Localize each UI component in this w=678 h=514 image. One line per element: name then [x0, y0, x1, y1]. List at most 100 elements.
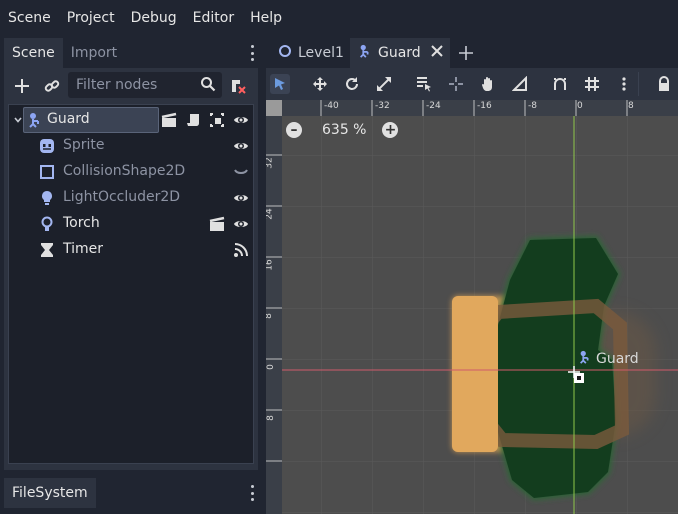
- kinematic-body-icon: [27, 112, 43, 128]
- kinematic-body-icon: [358, 44, 372, 62]
- left-dock: Scene Import Filter nodes Guard Sprite C…: [0, 38, 262, 514]
- move-mode-icon[interactable]: [310, 74, 330, 94]
- visibility-eye-icon[interactable]: [233, 216, 249, 232]
- canvas-node-label[interactable]: Guard: [578, 350, 639, 368]
- grid-snap-icon[interactable]: [582, 74, 602, 94]
- ruler-h-label: 0: [577, 101, 583, 111]
- ruler-h-label: 8: [628, 101, 634, 111]
- visibility-eye-icon[interactable]: [233, 138, 249, 154]
- selection-highlight: [23, 107, 159, 133]
- ruler-v-label: 16: [266, 259, 275, 271]
- tree-label-guard: Guard: [47, 111, 90, 127]
- pivot-icon[interactable]: [446, 74, 466, 94]
- rotate-mode-icon[interactable]: [342, 74, 362, 94]
- scale-mode-icon[interactable]: [374, 74, 394, 94]
- visibility-eye-icon[interactable]: [233, 190, 249, 206]
- close-icon[interactable]: [430, 45, 443, 61]
- select-mode-icon[interactable]: [270, 74, 290, 94]
- timer-hourglass-icon: [39, 242, 55, 258]
- tree-label-collisionshape2d: CollisionShape2D: [63, 163, 186, 179]
- tree-label-lightoccluder2d: LightOccluder2D: [63, 189, 181, 205]
- menu-help[interactable]: Help: [242, 0, 290, 36]
- filesystem-dock: FileSystem: [0, 476, 262, 514]
- lock-icon[interactable]: [654, 74, 674, 94]
- snap-icon[interactable]: [550, 74, 570, 94]
- light2d-icon: [39, 216, 55, 232]
- ruler-h-label: -32: [375, 101, 390, 111]
- search-icon: [200, 76, 216, 96]
- tab-label-guard: Guard: [378, 45, 421, 61]
- menu-editor[interactable]: Editor: [185, 0, 242, 36]
- script-icon[interactable]: [185, 112, 201, 128]
- ruler-h-label: -24: [426, 101, 441, 111]
- filter-nodes-field[interactable]: [68, 72, 222, 98]
- ruler-v-label: 24: [266, 208, 275, 220]
- zoom-level[interactable]: 635 %: [322, 122, 366, 138]
- collision-shape-icon: [39, 164, 55, 180]
- kinematic-body-icon: [578, 350, 592, 368]
- tab-scene[interactable]: Scene: [4, 38, 63, 68]
- ruler-h-label: -8: [528, 101, 537, 111]
- remote-scene-icon[interactable]: [228, 76, 248, 96]
- ruler-v-label: 32: [266, 157, 275, 169]
- scene-toolbar: [4, 68, 258, 102]
- dock-menu-icon[interactable]: [250, 45, 254, 61]
- canvas-drawing: [266, 100, 678, 514]
- group-icon[interactable]: [209, 112, 225, 128]
- add-scene-tab-icon[interactable]: [458, 45, 474, 65]
- horizontal-ruler[interactable]: -40 -32 -24 -16 -8 0 8: [282, 100, 678, 116]
- ruler-v-label: 8: [266, 313, 274, 319]
- scene-tabs: Level1 Guard: [266, 38, 678, 68]
- tree-label-timer: Timer: [63, 241, 104, 257]
- tree-label-sprite: Sprite: [63, 137, 105, 153]
- zoom-controls: – 635 % +: [286, 122, 399, 138]
- menu-bar: Scene Project Debug Editor Help: [0, 0, 678, 36]
- tree-row-collisionshape2d[interactable]: CollisionShape2D: [9, 159, 253, 185]
- ruler-v-label: 8: [266, 415, 276, 421]
- clapper-icon[interactable]: [161, 112, 177, 128]
- node2d-icon: [278, 44, 292, 62]
- tab-level1[interactable]: Level1: [270, 38, 346, 68]
- filter-nodes-input[interactable]: [68, 72, 188, 98]
- add-node-icon[interactable]: [12, 76, 32, 96]
- menu-debug[interactable]: Debug: [123, 0, 185, 36]
- tab-filesystem[interactable]: FileSystem: [4, 478, 96, 508]
- filesystem-menu-icon[interactable]: [250, 485, 254, 501]
- tree-row-guard[interactable]: Guard: [9, 107, 253, 133]
- chevron-down-icon[interactable]: [13, 113, 23, 129]
- ruler-icon[interactable]: [510, 74, 530, 94]
- visibility-hidden-icon[interactable]: [233, 164, 249, 180]
- sprite-icon: [39, 138, 55, 154]
- tab-import[interactable]: Import: [63, 38, 125, 68]
- tree-label-torch: Torch: [63, 215, 100, 231]
- tree-row-torch[interactable]: Torch: [9, 211, 253, 237]
- zoom-out-button[interactable]: –: [286, 122, 302, 138]
- more-options-icon[interactable]: [614, 74, 634, 94]
- link-icon[interactable]: [42, 76, 62, 96]
- menu-scene[interactable]: Scene: [0, 0, 59, 36]
- clapper-icon[interactable]: [209, 216, 225, 232]
- tab-guard[interactable]: Guard: [350, 38, 450, 68]
- list-select-icon[interactable]: [414, 74, 434, 94]
- tree-row-timer[interactable]: Timer: [9, 237, 253, 263]
- visibility-eye-icon[interactable]: [233, 112, 249, 128]
- vertical-ruler[interactable]: 32 24 16 8 0 8: [266, 116, 282, 514]
- ruler-v-label: 0: [266, 364, 276, 370]
- menu-project[interactable]: Project: [59, 0, 123, 36]
- ruler-h-label: -40: [324, 101, 339, 111]
- signal-icon[interactable]: [233, 242, 249, 258]
- zoom-in-button[interactable]: +: [382, 122, 399, 138]
- ruler-h-label: -16: [477, 101, 492, 111]
- toolbar-separator: [638, 72, 639, 96]
- dock-tabs: Scene Import: [4, 38, 258, 68]
- tab-label-level1: Level1: [298, 45, 344, 61]
- scene-tree: Guard Sprite CollisionShape2D LightOcclu…: [8, 104, 254, 464]
- canvas-viewport[interactable]: -40 -32 -24 -16 -8 0 8 32 24 16 8 0 8 – …: [266, 100, 678, 514]
- pan-hand-icon[interactable]: [478, 74, 498, 94]
- tree-row-lightoccluder2d[interactable]: LightOccluder2D: [9, 185, 253, 211]
- canvas-node-name: Guard: [596, 351, 639, 367]
- main-editor: Level1 Guard -40 -32 -24 -16 -8 0 8 32 2…: [266, 38, 678, 514]
- tree-row-sprite[interactable]: Sprite: [9, 133, 253, 159]
- light-occluder-icon: [39, 190, 55, 206]
- canvas-toolbar: [266, 68, 678, 100]
